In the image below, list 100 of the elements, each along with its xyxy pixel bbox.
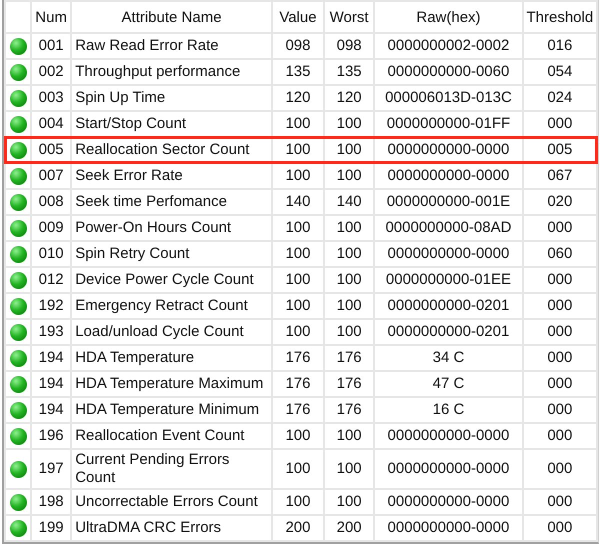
column-header[interactable]: Worst [324, 1, 374, 33]
table-cell: 47 C [374, 371, 523, 397]
table-cell: 100 [324, 489, 374, 515]
table-cell: Uncorrectable Errors Count [71, 489, 272, 515]
table-cell: 34 C [374, 345, 523, 371]
table-cell: Seek Error Rate [71, 163, 272, 189]
table-cell: 197 [31, 449, 72, 489]
status-dot-icon [10, 428, 27, 445]
table-cell: 100 [272, 489, 324, 515]
table-cell: 0000000000-01EE [374, 267, 523, 293]
table-cell: 176 [324, 371, 374, 397]
table-cell: 193 [31, 319, 72, 345]
table-cell: 003 [31, 85, 72, 111]
status-dot-icon [10, 168, 27, 185]
table-cell: 0000000000-0000 [374, 449, 523, 489]
table-cell: 100 [272, 449, 324, 489]
table-cell: 000 [522, 515, 597, 541]
column-header[interactable]: Num [31, 1, 72, 33]
table-cell: 100 [324, 319, 374, 345]
table-cell: 176 [272, 371, 324, 397]
table-cell: 135 [324, 59, 374, 85]
table-cell: 199 [31, 515, 72, 541]
table-cell: 000 [522, 449, 597, 489]
table-cell: 0000000000-0060 [374, 59, 523, 85]
table-cell: 100 [324, 449, 374, 489]
table-cell: 0000000000-08AD [374, 215, 523, 241]
table-cell: 000 [522, 319, 597, 345]
table-cell: 009 [31, 215, 72, 241]
table-cell: 000 [522, 293, 597, 319]
table-cell: 024 [522, 85, 597, 111]
table-cell: 0000000000-0000 [374, 163, 523, 189]
table-cell: 176 [272, 345, 324, 371]
table-cell: 0000000000-001E [374, 189, 523, 215]
table-cell: 198 [31, 489, 72, 515]
table-cell: 135 [272, 59, 324, 85]
table-cell: 016 [522, 33, 597, 59]
table-cell: 000 [522, 423, 597, 449]
table-cell: 100 [324, 423, 374, 449]
status-dot-icon [10, 402, 27, 419]
table-cell: 100 [272, 423, 324, 449]
table-cell: Throughput performance [71, 59, 272, 85]
table-cell: 100 [324, 241, 374, 267]
table-cell: UltraDMA CRC Errors [71, 515, 272, 541]
table-cell: 120 [324, 85, 374, 111]
table-cell: 176 [272, 397, 324, 423]
status-dot-icon [10, 350, 27, 367]
table-cell: Raw Read Error Rate [71, 33, 272, 59]
table-cell: 200 [272, 515, 324, 541]
table-cell: 002 [31, 59, 72, 85]
table-cell: 000 [522, 345, 597, 371]
status-dot-icon [10, 116, 27, 133]
table-cell: Emergency Retract Count [71, 293, 272, 319]
table-cell: Device Power Cycle Count [71, 267, 272, 293]
column-header[interactable]: Threshold [522, 1, 597, 33]
table-cell: Power-On Hours Count [71, 215, 272, 241]
table-cell: Current Pending Errors Count [71, 449, 272, 489]
status-dot-icon [10, 324, 27, 341]
column-header[interactable]: Raw(hex) [374, 1, 523, 33]
table-cell: 194 [31, 371, 72, 397]
status-dot-icon [10, 90, 27, 107]
column-header[interactable]: Value [272, 1, 324, 33]
table-cell: 100 [272, 293, 324, 319]
highlighted-row[interactable]: 005 Reallocation Sector Count 100 100 0000000000-0000 005 [5, 137, 597, 163]
table-cell: HDA Temperature Maximum [71, 371, 272, 397]
column-header[interactable]: Attribute Name [71, 1, 272, 33]
status-dot-icon [10, 194, 27, 211]
table-cell: 001 [31, 33, 72, 59]
table-cell: 007 [31, 163, 72, 189]
status-dot-icon [10, 246, 27, 263]
table-cell: 0000000000-0000 [374, 241, 523, 267]
table-cell: 100 [272, 215, 324, 241]
table-cell: 100 [324, 163, 374, 189]
table-cell: 0000000000-0201 [374, 293, 523, 319]
status-dot-icon [10, 494, 27, 511]
status-dot-icon [10, 38, 27, 55]
table-cell: HDA Temperature [71, 345, 272, 371]
table-cell: HDA Temperature Minimum [71, 397, 272, 423]
table-cell: 176 [324, 345, 374, 371]
table-cell: 100 [272, 163, 324, 189]
status-dot-icon [10, 272, 27, 289]
table-cell: 0000000000-0000 [374, 423, 523, 449]
table-cell: 100 [324, 267, 374, 293]
table-cell: 176 [324, 397, 374, 423]
status-dot-icon [10, 64, 27, 81]
status-dot-icon [10, 460, 27, 478]
table-cell: Load/unload Cycle Count [71, 319, 272, 345]
table-cell: 000 [522, 489, 597, 515]
table-cell: 100 [272, 267, 324, 293]
table-cell: 010 [31, 241, 72, 267]
status-dot-icon [10, 220, 27, 237]
table-cell: 100 [272, 241, 324, 267]
table-cell: 0000000000-0000 [374, 489, 523, 515]
table-cell: 008 [31, 189, 72, 215]
table-cell: 0000000000-0201 [374, 319, 523, 345]
table-cell: 054 [522, 59, 597, 85]
table-cell: 000 [522, 215, 597, 241]
status-dot-icon [10, 520, 27, 537]
table-cell: Seek time Perfomance [71, 189, 272, 215]
table-cell: 200 [324, 515, 374, 541]
table-cell: 192 [31, 293, 72, 319]
